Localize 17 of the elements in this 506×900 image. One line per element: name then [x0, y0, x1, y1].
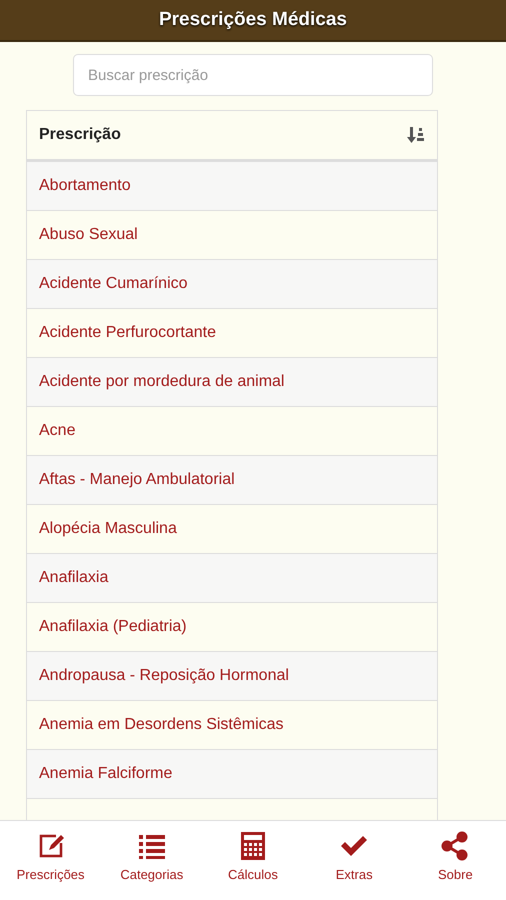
list-row[interactable]: Aftas - Manejo Ambulatorial — [27, 456, 437, 505]
search-field[interactable]: Buscar prescrição — [73, 54, 433, 96]
list-row[interactable]: Anafilaxia — [27, 554, 437, 603]
nav-tab[interactable]: Sobre — [410, 831, 500, 882]
list-row[interactable]: Andropausa - Reposição Hormonal — [27, 652, 437, 701]
nav-tab[interactable]: Prescrições — [6, 831, 96, 882]
nav-tab[interactable]: Cálculos — [208, 831, 298, 882]
list-row[interactable]: Acidente Cumarínico — [27, 260, 437, 309]
app-title: Prescrições Médicas — [158, 9, 347, 31]
sort-icon[interactable] — [407, 126, 427, 144]
nav-tab[interactable]: Categorias — [106, 831, 197, 882]
list-row[interactable]: Anemia Falciforme — [27, 750, 437, 799]
list-row[interactable]: Acidente por mordedura de animal — [27, 358, 437, 407]
list-row[interactable]: Abortamento — [27, 162, 437, 211]
nav-tab[interactable]: Extras — [309, 831, 400, 882]
column-header: Prescrição — [39, 126, 121, 144]
share-icon — [440, 831, 470, 861]
